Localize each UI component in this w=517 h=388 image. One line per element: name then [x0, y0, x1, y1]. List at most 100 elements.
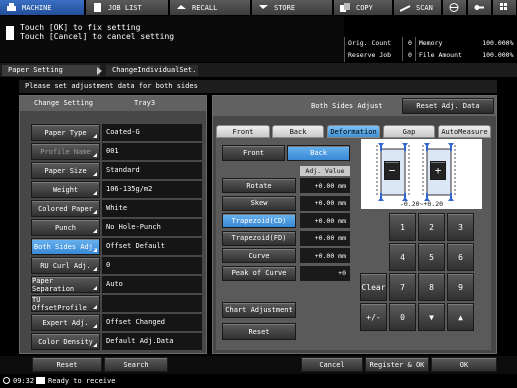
key-icon [474, 3, 485, 12]
adjust-item-4-button[interactable]: Curve [222, 248, 296, 263]
status-panel: Orig. Count 0 Memory 100.000% Reserve Jo… [344, 37, 517, 62]
breadcrumb-change-individual: ChangeIndividualSet. [106, 65, 198, 76]
keypad-key-12[interactable]: ▼ [418, 303, 445, 331]
file-amount-label: File Amount [418, 51, 462, 59]
grid-button[interactable] [493, 0, 517, 15]
keypad-key-0[interactable]: 1 [389, 213, 416, 241]
tray-label: Tray3 [134, 99, 156, 107]
globe-button[interactable] [443, 0, 467, 15]
tab-recall[interactable]: RECALL [170, 0, 251, 15]
time-label: 09:32 [13, 377, 35, 385]
store-icon [258, 3, 269, 12]
reset-adj-data-button[interactable]: Reset Adj. Data [402, 98, 494, 114]
memory-label: Memory [418, 39, 443, 47]
adjust-item-1-button[interactable]: Skew [222, 195, 296, 211]
left-row-6-button[interactable]: Both Sides Adj. [31, 238, 100, 255]
tab-store-label: STORE [274, 3, 296, 12]
left-row-2-button[interactable]: Paper Size [31, 162, 100, 179]
tab-machine[interactable]: MACHINE [0, 0, 85, 15]
cancel-button[interactable]: Cancel [301, 357, 363, 372]
decrease-button[interactable]: − [384, 161, 400, 180]
adjust-item-0-value: +0.00 mm [300, 178, 350, 193]
breadcrumb: Paper Setting ChangeIndividualSet. [0, 63, 517, 77]
adjust-item-5-button[interactable]: Peak of Curve [222, 265, 296, 281]
document-icon [92, 3, 103, 12]
tab-recall-label: RECALL [192, 3, 218, 12]
adjust-item-0-button[interactable]: Rotate [222, 178, 296, 193]
bottom-reset-button[interactable]: Reset [32, 357, 102, 372]
tab-store[interactable]: STORE [252, 0, 333, 15]
tab-back[interactable]: Back [272, 125, 324, 138]
screen: MACHINE JOB LIST RECALL STORE COPY SCAN … [0, 0, 517, 388]
tab-front[interactable]: Front [216, 125, 270, 138]
tab-scan[interactable]: SCAN [394, 0, 442, 15]
left-row-11-button[interactable]: Color Density [31, 333, 100, 350]
message-line1: Touch [OK] to fix setting [20, 23, 141, 32]
clock-icon [3, 377, 10, 384]
range-label: -0.20~+0.20 [399, 200, 444, 208]
left-row-10-button[interactable]: Expert Adj. [31, 314, 100, 331]
keypad-key-11[interactable]: 0 [389, 303, 416, 331]
search-button[interactable]: Search [104, 357, 168, 372]
left-row-7-button[interactable]: RU Curl Adj. [31, 257, 100, 274]
reserve-job-value: 0 [402, 49, 416, 61]
recall-icon [176, 3, 187, 12]
change-setting-label: Change Setting [34, 99, 94, 107]
tab-job-list-label: JOB LIST [108, 3, 142, 12]
change-setting-header: Change Setting Tray3 [20, 96, 206, 111]
tab-deformation[interactable]: Deformation [327, 125, 380, 138]
left-row-8-button[interactable]: Paper Separation [31, 276, 100, 293]
breadcrumb-arrow-icon [97, 67, 102, 75]
breadcrumb-paper-setting[interactable]: Paper Setting [2, 65, 100, 76]
deformation-diagram [361, 139, 482, 209]
keypad-key-7[interactable]: 7 [389, 273, 416, 301]
keypad-key-6[interactable]: Clear [360, 273, 387, 301]
message-line2: Touch [Cancel] to cancel setting [20, 32, 175, 41]
increase-button[interactable]: + [430, 161, 446, 180]
left-row-3-button[interactable]: Weight [31, 181, 100, 198]
keypad-key-1[interactable]: 2 [418, 213, 445, 241]
keypad-key-13[interactable]: ▲ [447, 303, 474, 331]
left-row-3-value: 106-135g/m2 [102, 181, 202, 198]
tab-gap[interactable]: Gap [383, 125, 435, 138]
left-row-9-button[interactable]: TU OffsetProfile [31, 295, 100, 312]
left-row-0-button[interactable]: Paper Type [31, 124, 100, 141]
keypad-key-3[interactable]: 4 [389, 243, 416, 271]
front-button[interactable]: Front [222, 145, 285, 161]
tab-automeasure[interactable]: AutoMeasure [438, 125, 491, 138]
adjust-item-2-button[interactable]: Trapezoid(CD) [222, 213, 296, 228]
tab-scan-label: SCAN [416, 3, 433, 12]
adjust-item-5-value: +0 [300, 265, 350, 281]
keypad-key-9[interactable]: 9 [447, 273, 474, 301]
keypad-key-4[interactable]: 5 [418, 243, 445, 271]
adjust-item-4-value: +0.00 mm [300, 248, 350, 263]
left-row-2-value: Standard [102, 162, 202, 179]
keypad-key-8[interactable]: 8 [418, 273, 445, 301]
footer: 09:32 Ready to receive [0, 374, 517, 388]
left-row-11-value: Default Adj.Data [102, 333, 202, 350]
scan-icon [399, 3, 411, 12]
adj-value-header: Adj. Value [300, 166, 350, 176]
adjust-item-3-button[interactable]: Trapezoid(FD) [222, 230, 296, 246]
ok-button[interactable]: OK [431, 357, 497, 372]
keypad-key-2[interactable]: 3 [447, 213, 474, 241]
globe-icon [449, 3, 460, 12]
both-sides-adjust-title: Both Sides Adjust [311, 102, 383, 110]
tab-job-list[interactable]: JOB LIST [86, 0, 169, 15]
key-button[interactable] [468, 0, 492, 15]
left-row-5-button[interactable]: Punch [31, 219, 100, 236]
back-button[interactable]: Back [287, 145, 350, 161]
register-ok-button[interactable]: Register & OK [365, 357, 429, 372]
tab-copy[interactable]: COPY [334, 0, 393, 15]
grid-icon [500, 3, 511, 12]
left-row-1-button[interactable]: Profile Name [31, 143, 100, 160]
info-bar: Please set adjustment data for both side… [19, 80, 497, 93]
reset-button[interactable]: Reset [222, 323, 296, 340]
left-row-4-button[interactable]: Colored Paper [31, 200, 100, 217]
tab-machine-label: MACHINE [22, 3, 52, 12]
message-area: Touch [OK] to fix setting Touch [Cancel]… [0, 16, 344, 62]
keypad-key-10[interactable]: +/- [360, 303, 387, 331]
chart-adjustment-button[interactable]: Chart Adjustment [222, 302, 296, 318]
info-icon [6, 26, 14, 40]
keypad-key-5[interactable]: 6 [447, 243, 474, 271]
